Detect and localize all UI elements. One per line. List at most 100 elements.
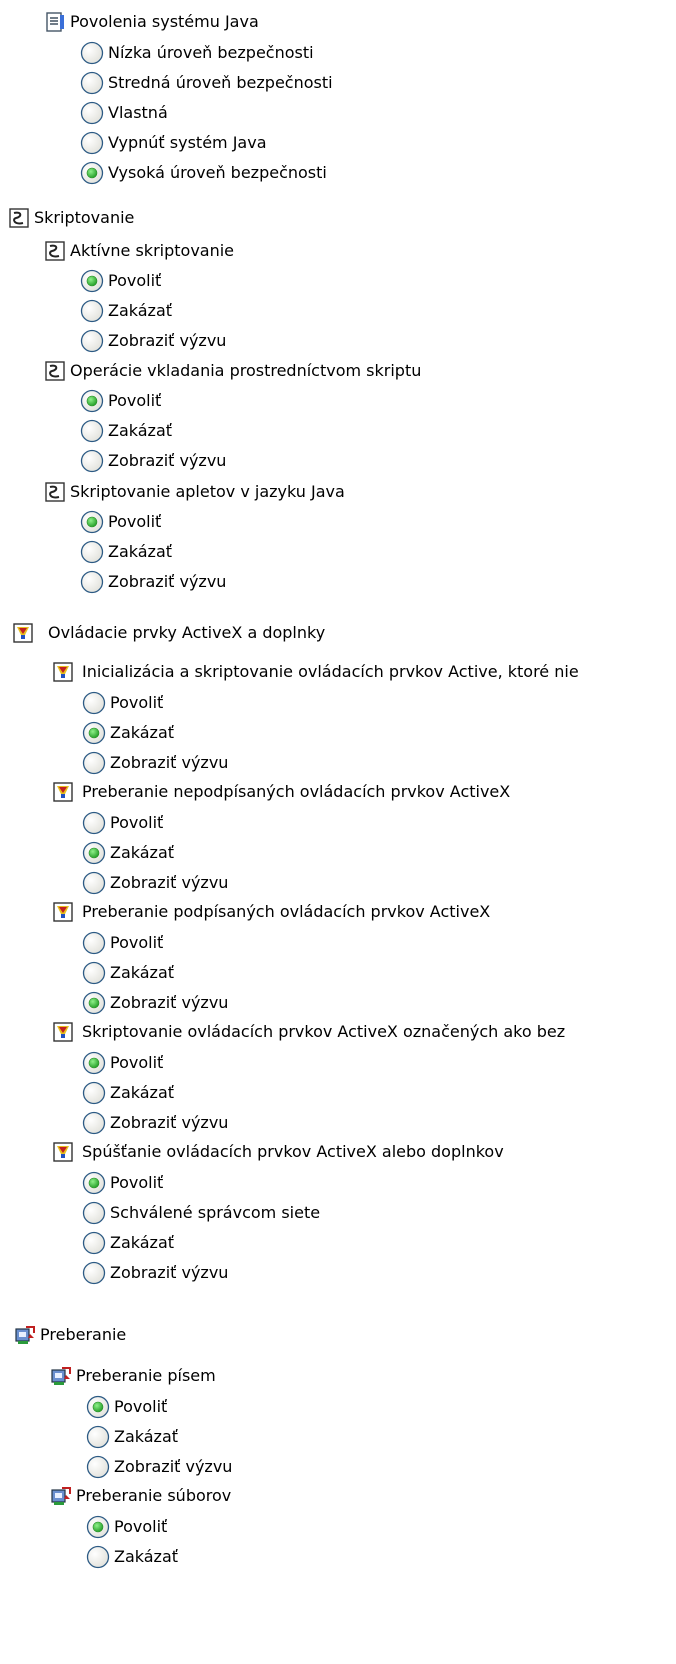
activex-icon — [52, 1141, 74, 1163]
option-label: Vypnúť systém Java — [108, 133, 267, 152]
option-label: Zobraziť výzvu — [110, 753, 229, 772]
radio-icon[interactable] — [80, 329, 104, 353]
option-disable[interactable]: Zakázať — [82, 718, 174, 748]
script-icon — [8, 207, 30, 229]
option-prompt[interactable]: Zobraziť výzvu — [82, 868, 228, 898]
option-label: Zakázať — [110, 1083, 175, 1102]
option-enable[interactable]: Povoliť — [86, 1512, 167, 1542]
option-label: Schválené správcom siete — [110, 1203, 321, 1222]
java-option-high[interactable]: Vysoká úroveň bezpečnosti — [80, 158, 327, 188]
option-enable[interactable]: Povoliť — [82, 808, 163, 838]
java-option-low[interactable]: Nízka úroveň bezpečnosti — [80, 38, 314, 68]
radio-icon[interactable] — [82, 1261, 106, 1285]
java-permissions-header: Povolenia systému Java — [44, 7, 259, 37]
radio-icon[interactable] — [82, 721, 106, 745]
option-disable[interactable]: Zakázať — [82, 1228, 174, 1258]
option-enable[interactable]: Povoliť — [80, 507, 161, 537]
radio-icon[interactable] — [82, 1081, 106, 1105]
option-prompt[interactable]: Zobraziť výzvu — [82, 988, 228, 1018]
option-label: Zakázať — [108, 301, 173, 320]
radio-icon[interactable] — [86, 1425, 110, 1449]
java-option-custom[interactable]: Vlastná — [80, 98, 168, 128]
radio-icon[interactable] — [80, 540, 104, 564]
radio-icon[interactable] — [86, 1545, 110, 1569]
option-label: Zobraziť výzvu — [110, 1263, 229, 1282]
option-prompt[interactable]: Zobraziť výzvu — [80, 446, 226, 476]
option-label: Povoliť — [108, 391, 162, 410]
option-prompt[interactable]: Zobraziť výzvu — [80, 567, 226, 597]
option-label: Povoliť — [110, 1173, 164, 1192]
java-option-medium[interactable]: Stredná úroveň bezpečnosti — [80, 68, 333, 98]
option-label: Nízka úroveň bezpečnosti — [108, 43, 314, 62]
radio-icon[interactable] — [82, 1111, 106, 1135]
java-option-disable[interactable]: Vypnúť systém Java — [80, 128, 267, 158]
radio-icon[interactable] — [80, 41, 104, 65]
radio-icon[interactable] — [82, 841, 106, 865]
radio-icon[interactable] — [82, 1201, 106, 1225]
option-enable[interactable]: Povoliť — [86, 1392, 167, 1422]
option-label: Zakázať — [110, 963, 175, 982]
radio-icon[interactable] — [80, 269, 104, 293]
setting-init-unsafe-activex: Inicializácia a skriptovanie ovládacích … — [52, 657, 579, 687]
option-admin-approved[interactable]: Schválené správcom siete — [82, 1198, 320, 1228]
radio-icon[interactable] — [82, 1051, 106, 1075]
radio-icon[interactable] — [82, 811, 106, 835]
option-enable[interactable]: Povoliť — [80, 266, 161, 296]
radio-icon[interactable] — [82, 1171, 106, 1195]
radio-icon[interactable] — [86, 1455, 110, 1479]
option-enable[interactable]: Povoliť — [82, 1168, 163, 1198]
radio-icon[interactable] — [80, 419, 104, 443]
option-label: Zakázať — [114, 1547, 179, 1566]
activex-icon — [52, 781, 74, 803]
option-label: Zobraziť výzvu — [108, 572, 227, 591]
option-enable[interactable]: Povoliť — [82, 928, 163, 958]
radio-icon[interactable] — [82, 751, 106, 775]
option-enable[interactable]: Povoliť — [82, 688, 163, 718]
option-prompt[interactable]: Zobraziť výzvu — [80, 326, 226, 356]
option-disable[interactable]: Zakázať — [82, 1078, 174, 1108]
radio-icon[interactable] — [82, 991, 106, 1015]
radio-icon[interactable] — [82, 871, 106, 895]
radio-icon[interactable] — [86, 1395, 110, 1419]
radio-icon[interactable] — [82, 691, 106, 715]
setting-label: Aktívne skriptovanie — [70, 241, 235, 260]
option-label: Povoliť — [108, 512, 162, 531]
radio-icon[interactable] — [80, 449, 104, 473]
option-enable[interactable]: Povoliť — [82, 1048, 163, 1078]
option-disable[interactable]: Zakázať — [82, 958, 174, 988]
downloads-header: Preberanie — [14, 1320, 126, 1350]
radio-icon[interactable] — [80, 570, 104, 594]
option-prompt[interactable]: Zobraziť výzvu — [82, 748, 228, 778]
option-label: Povoliť — [110, 813, 164, 832]
option-prompt[interactable]: Zobraziť výzvu — [86, 1452, 232, 1482]
radio-icon[interactable] — [82, 1231, 106, 1255]
option-disable[interactable]: Zakázať — [80, 416, 172, 446]
option-disable[interactable]: Zakázať — [80, 296, 172, 326]
option-label: Zobraziť výzvu — [114, 1457, 233, 1476]
option-enable[interactable]: Povoliť — [80, 386, 161, 416]
option-label: Vysoká úroveň bezpečnosti — [108, 163, 327, 182]
option-label: Povoliť — [108, 271, 162, 290]
radio-icon[interactable] — [82, 961, 106, 985]
option-prompt[interactable]: Zobraziť výzvu — [82, 1258, 228, 1288]
scripting-label: Skriptovanie — [34, 208, 135, 227]
radio-icon[interactable] — [80, 161, 104, 185]
radio-icon[interactable] — [82, 931, 106, 955]
radio-icon[interactable] — [80, 299, 104, 323]
activex-header: Ovládacie prvky ActiveX a doplnky — [12, 618, 325, 648]
radio-icon[interactable] — [80, 131, 104, 155]
option-disable[interactable]: Zakázať — [86, 1422, 178, 1452]
option-label: Zobraziť výzvu — [108, 451, 227, 470]
option-prompt[interactable]: Zobraziť výzvu — [82, 1108, 228, 1138]
setting-label: Preberanie nepodpísaných ovládacích prvk… — [82, 782, 511, 801]
radio-icon[interactable] — [80, 510, 104, 534]
option-disable[interactable]: Zakázať — [82, 838, 174, 868]
radio-icon[interactable] — [80, 71, 104, 95]
radio-icon[interactable] — [80, 101, 104, 125]
radio-icon[interactable] — [86, 1515, 110, 1539]
setting-file-download: Preberanie súborov — [50, 1481, 231, 1511]
option-label: Zobraziť výzvu — [110, 993, 229, 1012]
radio-icon[interactable] — [80, 389, 104, 413]
option-disable[interactable]: Zakázať — [86, 1542, 178, 1572]
option-disable[interactable]: Zakázať — [80, 537, 172, 567]
